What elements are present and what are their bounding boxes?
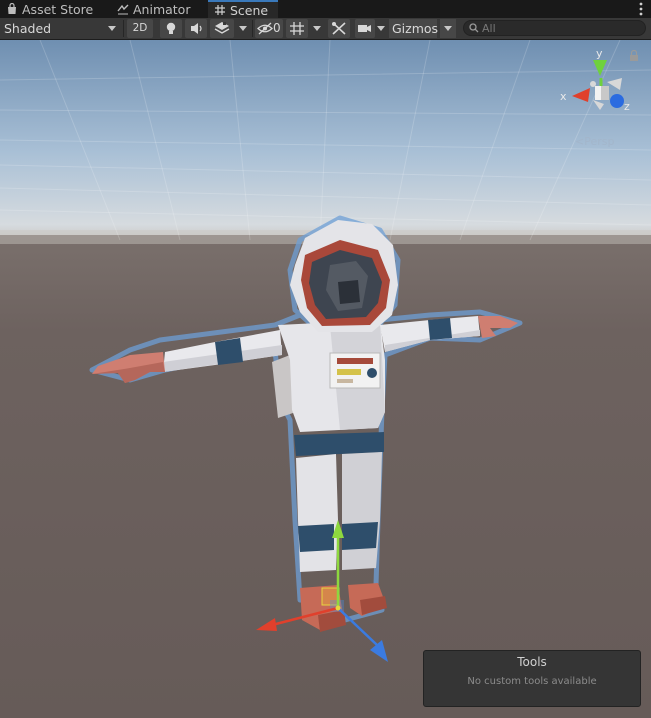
audio-toggle[interactable] — [185, 19, 207, 38]
more-options-icon[interactable] — [639, 2, 643, 16]
search-input[interactable] — [482, 21, 642, 35]
chevron-down-icon — [239, 26, 247, 31]
shopping-bag-icon — [8, 3, 16, 14]
separator — [123, 20, 124, 37]
scene-toolbar: Shaded 2D 0 Gizmos All — [0, 18, 651, 40]
eye-slash-icon — [257, 22, 273, 35]
chevron-down-icon — [377, 26, 385, 31]
tab-scene[interactable]: Scene — [208, 0, 278, 19]
tab-label: Asset Store — [22, 2, 94, 17]
animator-icon — [117, 4, 129, 15]
lighting-toggle[interactable] — [160, 19, 182, 38]
grid-hash-icon — [215, 5, 225, 15]
x-axis-label: x — [560, 90, 567, 103]
tools-icon — [332, 22, 346, 35]
scene-canvas[interactable]: y x z — [0, 40, 651, 718]
gizmos-dropdown[interactable] — [440, 19, 456, 38]
camera-settings-button[interactable] — [355, 19, 375, 38]
z-axis-cone[interactable] — [610, 94, 624, 108]
lightbulb-icon — [166, 22, 176, 34]
grid-toggle[interactable] — [286, 19, 308, 38]
tools-overlay-panel: Tools No custom tools available — [423, 650, 641, 707]
effects-dropdown[interactable] — [236, 19, 250, 38]
effects-toggle[interactable] — [210, 19, 234, 38]
gizmos-label: Gizmos — [392, 21, 439, 36]
chevron-down-icon — [444, 26, 452, 31]
grid-snap-icon — [290, 22, 304, 35]
editor-tab-bar: Asset Store Animator Scene — [0, 0, 651, 19]
shading-mode-value: Shaded — [4, 21, 52, 36]
skybox — [0, 40, 651, 245]
chevron-down-icon — [313, 26, 321, 31]
z-axis-label: z — [624, 100, 630, 113]
chevron-down-icon — [108, 26, 116, 31]
shading-mode-dropdown[interactable]: Shaded — [0, 19, 120, 38]
grid-dropdown[interactable] — [310, 19, 324, 38]
projection-label: Persp — [584, 135, 615, 148]
scene-viewport[interactable]: y x z <Persp Tools No custom tools avail… — [0, 40, 651, 718]
chevron-left-icon: < — [575, 135, 585, 148]
projection-toggle[interactable]: <Persp — [575, 135, 614, 148]
audio-icon — [191, 23, 202, 34]
tools-toggle[interactable] — [328, 19, 350, 38]
tools-overlay-title: Tools — [517, 655, 547, 669]
scene-search-field[interactable] — [463, 20, 646, 36]
tab-label: Scene — [230, 3, 269, 18]
effects-layers-icon — [214, 22, 230, 34]
y-axis-label: y — [596, 47, 603, 60]
separator — [252, 20, 253, 37]
gizmos-button[interactable]: Gizmos — [389, 19, 439, 38]
tab-animator[interactable]: Animator — [111, 0, 207, 18]
camera-icon — [358, 25, 371, 32]
toggle-2d-button[interactable]: 2D — [127, 19, 153, 38]
hidden-objects-count: 0 — [273, 21, 281, 35]
tools-overlay-message: No custom tools available — [467, 676, 597, 687]
camera-dropdown[interactable] — [375, 19, 387, 38]
scene-visibility-toggle[interactable]: 0 — [255, 19, 283, 38]
search-icon — [469, 23, 479, 33]
tab-asset-store[interactable]: Asset Store — [0, 0, 106, 18]
tab-label: Animator — [133, 2, 191, 17]
